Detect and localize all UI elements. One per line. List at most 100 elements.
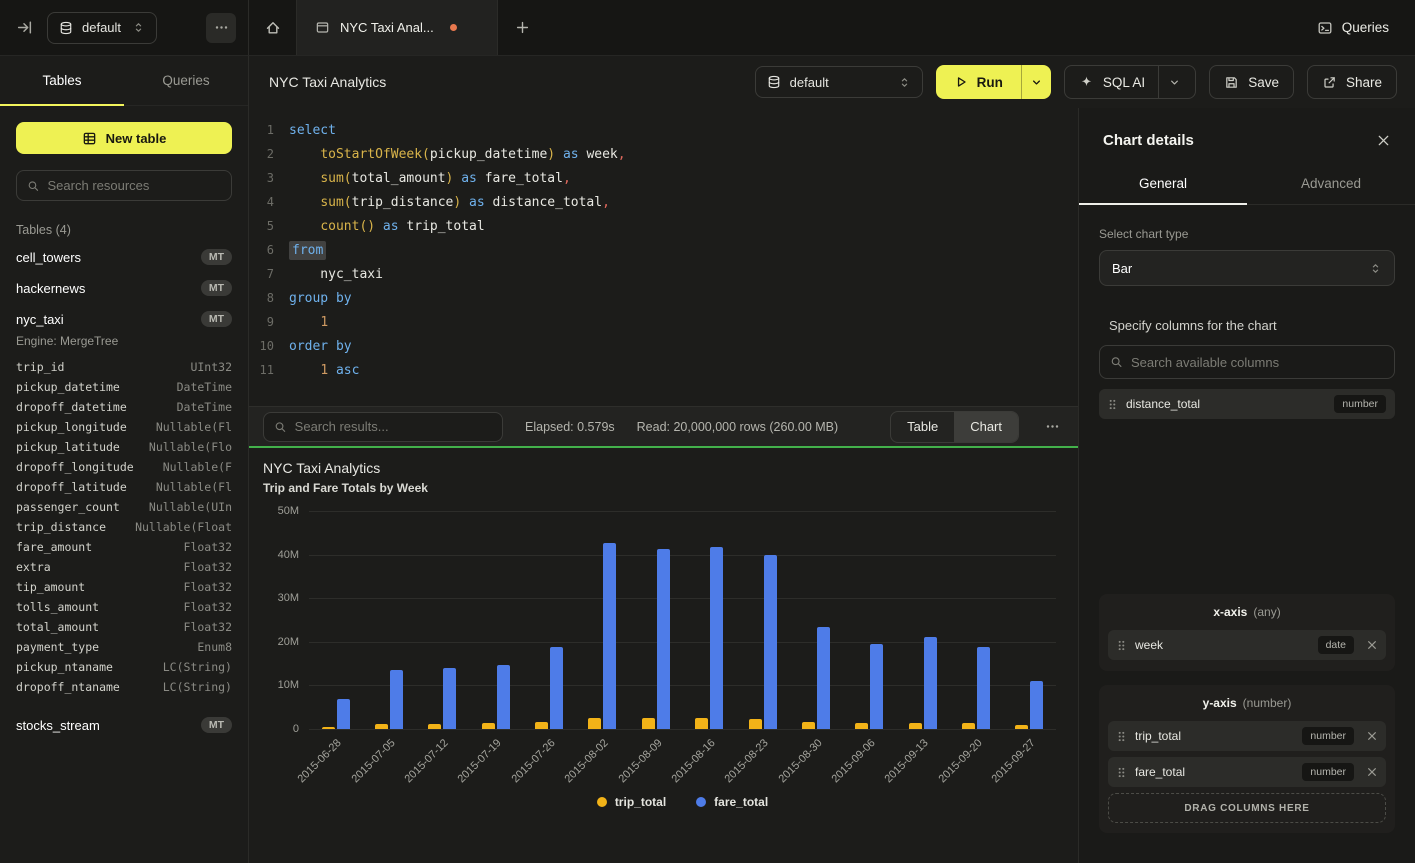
bar-trip_total[interactable]: [588, 718, 601, 729]
remove-column-button[interactable]: [1367, 731, 1377, 741]
search-results-input[interactable]: [295, 419, 492, 434]
sql-ai-button[interactable]: SQL AI: [1064, 65, 1196, 99]
column-row-pickup_longitude[interactable]: pickup_longitudeNullable(Fl: [0, 417, 248, 437]
remove-column-button[interactable]: [1367, 767, 1377, 777]
bar-trip_total[interactable]: [642, 718, 655, 729]
editor-line-7[interactable]: 7 nyc_taxi: [249, 262, 1078, 286]
queries-button[interactable]: Queries: [1317, 0, 1389, 55]
remove-column-button[interactable]: [1367, 640, 1377, 650]
code-text: select: [289, 123, 336, 138]
column-row-passenger_count[interactable]: passenger_countNullable(UIn: [0, 497, 248, 517]
bar-fare_total[interactable]: [443, 668, 456, 729]
results-more-button[interactable]: [1041, 419, 1064, 434]
view-table-button[interactable]: Table: [891, 412, 954, 442]
drop-zone[interactable]: DRAG COLUMNS HERE: [1108, 793, 1386, 823]
sidebar-tab-tables[interactable]: Tables: [0, 56, 124, 105]
column-row-pickup_datetime[interactable]: pickup_datetimeDateTime: [0, 377, 248, 397]
drag-handle[interactable]: [1117, 766, 1126, 779]
column-row-pickup_latitude[interactable]: pickup_latitudeNullable(Flo: [0, 437, 248, 457]
tab-advanced[interactable]: Advanced: [1247, 165, 1415, 204]
bar-fare_total[interactable]: [550, 647, 563, 729]
home-button[interactable]: [249, 0, 296, 55]
editor-line-2[interactable]: 2 toStartOfWeek(pickup_datetime) as week…: [249, 142, 1078, 166]
chart-type-select[interactable]: Bar: [1099, 250, 1395, 286]
column-row-extra[interactable]: extraFloat32: [0, 557, 248, 577]
legend-item-fare_total[interactable]: fare_total: [696, 795, 768, 809]
column-chip-week[interactable]: weekdate: [1108, 630, 1386, 660]
column-row-pickup_ntaname[interactable]: pickup_ntanameLC(String): [0, 657, 248, 677]
sidebar-table-nyc_taxi[interactable]: nyc_taxiMT: [0, 303, 248, 334]
sidebar-more-button[interactable]: [206, 13, 236, 43]
drag-handle-icon: [1108, 398, 1117, 411]
sql-ai-options[interactable]: [1158, 66, 1181, 98]
bar-fare_total[interactable]: [390, 670, 403, 729]
run-options-button[interactable]: [1021, 65, 1051, 99]
bar-fare_total[interactable]: [764, 555, 777, 729]
sidebar-table-hackernews[interactable]: hackernewsMT: [0, 272, 248, 303]
editor-line-6[interactable]: 6from: [249, 238, 1078, 262]
editor-line-9[interactable]: 9 1: [249, 310, 1078, 334]
save-button[interactable]: Save: [1209, 65, 1294, 99]
bar-fare_total[interactable]: [870, 644, 883, 729]
bar-trip_total[interactable]: [695, 718, 708, 729]
editor-line-11[interactable]: 11 1 asc: [249, 358, 1078, 382]
sql-editor[interactable]: 1select2 toStartOfWeek(pickup_datetime) …: [249, 108, 1078, 406]
sidebar-database-selector[interactable]: default: [47, 12, 157, 44]
sidebar-table-cell_towers[interactable]: cell_towersMT: [0, 241, 248, 272]
column-row-total_amount[interactable]: total_amountFloat32: [0, 617, 248, 637]
bar-trip_total[interactable]: [749, 719, 762, 729]
legend-item-trip_total[interactable]: trip_total: [597, 795, 666, 809]
sidebar-tab-queries[interactable]: Queries: [124, 56, 248, 105]
column-row-dropoff_datetime[interactable]: dropoff_datetimeDateTime: [0, 397, 248, 417]
bar-fare_total[interactable]: [924, 637, 937, 729]
column-row-payment_type[interactable]: payment_typeEnum8: [0, 637, 248, 657]
editor-line-3[interactable]: 3 sum(total_amount) as fare_total,: [249, 166, 1078, 190]
column-row-fare_amount[interactable]: fare_amountFloat32: [0, 537, 248, 557]
bar-fare_total[interactable]: [977, 647, 990, 729]
tab-general[interactable]: General: [1079, 165, 1247, 204]
run-button[interactable]: Run: [936, 65, 1021, 99]
bar-fare_total[interactable]: [657, 549, 670, 729]
bar-fare_total[interactable]: [603, 543, 616, 729]
column-row-dropoff_latitude[interactable]: dropoff_latitudeNullable(Fl: [0, 477, 248, 497]
bar-trip_total[interactable]: [535, 722, 548, 729]
editor-line-5[interactable]: 5 count() as trip_total: [249, 214, 1078, 238]
editor-line-10[interactable]: 10order by: [249, 334, 1078, 358]
search-columns-input[interactable]: [1131, 355, 1384, 370]
editor-line-4[interactable]: 4 sum(trip_distance) as distance_total,: [249, 190, 1078, 214]
column-row-trip_id[interactable]: trip_idUInt32: [0, 357, 248, 377]
column-row-dropoff_ntaname[interactable]: dropoff_ntanameLC(String): [0, 677, 248, 697]
share-button[interactable]: Share: [1307, 65, 1397, 99]
column-row-dropoff_longitude[interactable]: dropoff_longitudeNullable(F: [0, 457, 248, 477]
column-chip-fare_total[interactable]: fare_totalnumber: [1108, 757, 1386, 787]
drag-handle[interactable]: [1117, 730, 1126, 743]
sidebar-table-stocks_stream[interactable]: stocks_streamMT: [0, 709, 248, 740]
collapse-sidebar-button[interactable]: [12, 15, 37, 40]
bar-group-2015-07-26: [522, 511, 575, 729]
bar-fare_total[interactable]: [497, 665, 510, 729]
column-chip-distance_total[interactable]: distance_totalnumber: [1099, 389, 1395, 419]
new-table-button[interactable]: New table: [16, 122, 232, 154]
query-database-selector[interactable]: default: [755, 66, 923, 98]
bar-fare_total[interactable]: [710, 547, 723, 729]
column-row-tolls_amount[interactable]: tolls_amountFloat32: [0, 597, 248, 617]
bar-fare_total[interactable]: [337, 699, 350, 729]
bar-trip_total[interactable]: [802, 722, 815, 729]
sidebar-database-name: default: [82, 20, 121, 35]
x-tick: 2015-09-13: [896, 729, 949, 793]
editor-line-8[interactable]: 8group by: [249, 286, 1078, 310]
editor-line-1[interactable]: 1select: [249, 118, 1078, 142]
search-resources-input[interactable]: [48, 178, 221, 193]
query-tab[interactable]: NYC Taxi Anal...: [296, 0, 498, 55]
column-row-trip_distance[interactable]: trip_distanceNullable(Float: [0, 517, 248, 537]
drag-handle[interactable]: [1117, 639, 1126, 652]
new-tab-button[interactable]: [498, 0, 546, 55]
view-chart-button[interactable]: Chart: [954, 412, 1018, 442]
engine-badge: MT: [201, 249, 232, 265]
column-chip-trip_total[interactable]: trip_totalnumber: [1108, 721, 1386, 751]
bar-fare_total[interactable]: [1030, 681, 1043, 729]
column-row-tip_amount[interactable]: tip_amountFloat32: [0, 577, 248, 597]
close-panel-button[interactable]: [1376, 133, 1391, 148]
bar-fare_total[interactable]: [817, 627, 830, 729]
drag-handle[interactable]: [1108, 398, 1117, 411]
